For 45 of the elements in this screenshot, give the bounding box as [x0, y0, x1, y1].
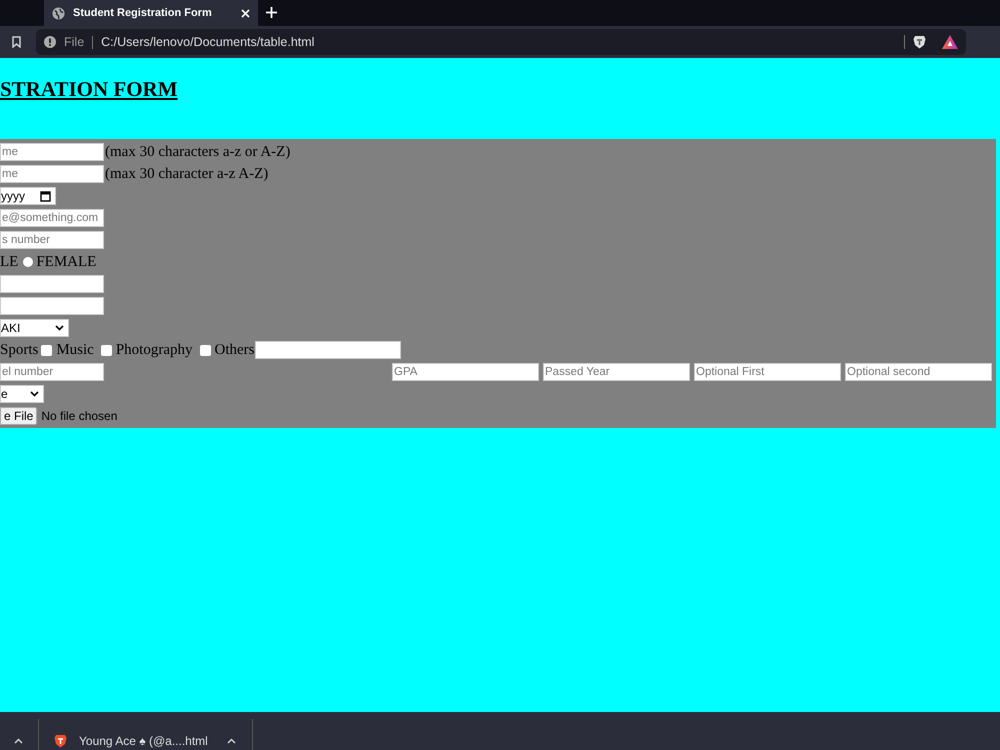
- info-icon[interactable]: [44, 36, 56, 48]
- page-heading: STRATION FORM: [0, 77, 179, 101]
- text-field[interactable]: Optional second: [845, 363, 992, 381]
- option-label: Photography: [116, 340, 193, 360]
- new-tab-icon[interactable]: [266, 7, 277, 18]
- text-field[interactable]: [254, 341, 401, 359]
- text-field[interactable]: GPA: [392, 363, 539, 381]
- chevron-down-icon: [30, 391, 39, 397]
- dropdown[interactable]: AKI: [0, 319, 69, 337]
- date-field[interactable]: yyyy: [0, 187, 56, 205]
- radio-button[interactable]: [23, 257, 34, 267]
- download-item[interactable]: Young Ace ♠ (@a....html: [79, 732, 208, 750]
- checkbox[interactable]: [100, 344, 112, 356]
- calendar-icon[interactable]: [40, 190, 51, 202]
- text-field[interactable]: el number: [0, 363, 104, 381]
- address-text[interactable]: C:/Users/lenovo/Documents/table.html: [101, 32, 314, 52]
- text-field[interactable]: [0, 275, 104, 293]
- field-hint: (max 30 character a-z A-Z): [105, 164, 268, 184]
- checkbox[interactable]: [41, 344, 52, 356]
- globe-icon: [52, 6, 65, 20]
- option-label: Sports: [0, 340, 38, 360]
- browser-tab[interactable]: Student Registration Form: [44, 0, 258, 26]
- text-field[interactable]: e@something.com: [0, 209, 104, 227]
- triangle-icon[interactable]: [942, 35, 958, 49]
- option-label: Music: [56, 340, 94, 360]
- text-field[interactable]: Optional First: [694, 363, 841, 381]
- checkbox[interactable]: [200, 344, 211, 356]
- text-field[interactable]: me: [0, 143, 104, 161]
- text-field[interactable]: s number: [0, 231, 104, 249]
- option-label: Others: [214, 340, 255, 360]
- chevron-up-icon[interactable]: [226, 738, 236, 744]
- dropdown[interactable]: e: [0, 385, 44, 403]
- chevron-up-icon[interactable]: [14, 738, 23, 744]
- field-hint: (max 30 characters a-z or A-Z): [105, 142, 290, 162]
- bookmark-icon[interactable]: [12, 36, 21, 48]
- chevron-down-icon: [55, 325, 64, 331]
- text-field[interactable]: [0, 297, 104, 315]
- choose-file-button[interactable]: e File: [0, 407, 38, 425]
- option-label: FEMALE: [36, 252, 96, 272]
- option-label: LE: [0, 252, 18, 272]
- text-field[interactable]: Passed Year: [543, 363, 690, 381]
- address-scheme: File: [64, 34, 84, 51]
- close-icon[interactable]: [241, 8, 250, 18]
- file-status: No file chosen: [41, 409, 118, 423]
- text-field[interactable]: me: [0, 165, 104, 183]
